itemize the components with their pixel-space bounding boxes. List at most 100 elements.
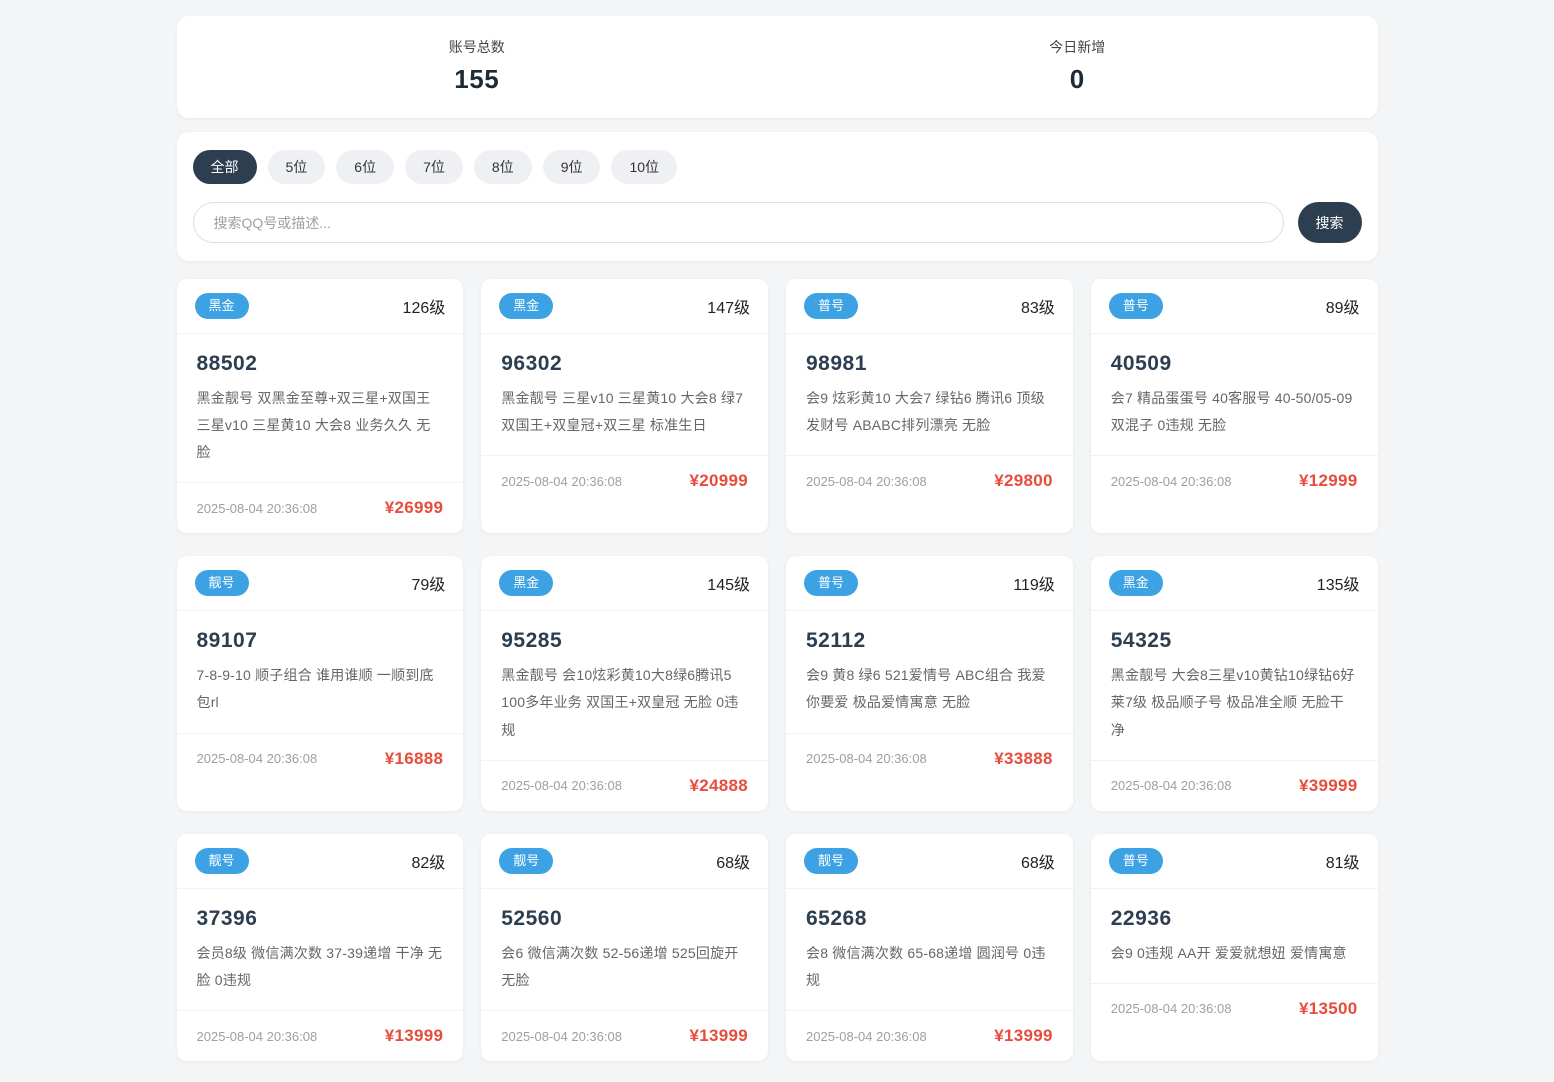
account-card[interactable]: 普号 83级 98981 会9 炫彩黄10 大会7 绿钻6 腾讯6 顶级发财号 … [786,279,1073,534]
account-card[interactable]: 靓号 82级 37396 会员8级 微信满次数 37-39递增 干净 无脸 0违… [176,833,464,1062]
card-body: 52112 会9 黄8 绿6 521爱情号 ABC组合 我爱你要爱 极品爱情寓意… [786,611,1073,733]
account-card[interactable]: 普号 81级 22936 会9 0违规 AA开 爱爱就想妞 爱情寓意 2025-… [1090,833,1378,1062]
card-level: 126级 [402,299,446,317]
card-header: 黑金 135级 [1090,556,1378,612]
account-card[interactable]: 普号 89级 40509 会7 精品蛋蛋号 40客服号 40-50/05-09 … [1090,279,1378,534]
card-level: 79级 [411,577,446,595]
card-description: 7-8-9-10 顺子组合 谁用谁顺 一顺到底 包rl [196,667,434,711]
card-price: ¥13999 [384,1026,444,1046]
card-level: 89级 [1325,299,1360,317]
card-badge: 靓号 [194,847,249,874]
card-badge: 普号 [1108,847,1163,874]
card-description: 会7 精品蛋蛋号 40客服号 40-50/05-09 双混子 0违规 无脸 [1110,389,1353,433]
card-level: 119级 [1013,577,1055,595]
card-level: 135级 [1316,577,1360,595]
card-level: 81级 [1325,854,1360,872]
tab-all[interactable]: 全部 [192,150,257,184]
card-header: 普号 83级 [786,279,1073,334]
card-body: 65268 会8 微信满次数 65-68递增 圆润号 0违规 [786,889,1073,1011]
card-grid: 黑金 126级 88502 黑金靓号 双黑金至尊+双三星+双国王 三星v10 三… [176,279,1378,1082]
qq-number: 88502 [196,351,258,375]
stat-total-value: 155 [454,64,500,94]
card-footer: 2025-08-04 20:36:08 ¥33888 [786,732,1073,784]
card-date: 2025-08-04 20:36:08 [806,1028,927,1044]
tab-10digit[interactable]: 10位 [611,150,678,184]
search-input[interactable] [192,202,1284,243]
card-badge: 普号 [1108,293,1163,319]
card-body: 89107 7-8-9-10 顺子组合 谁用谁顺 一顺到底 包rl [177,611,464,733]
qq-number: 89107 [196,629,258,653]
stat-new-today: 今日新增 0 [777,37,1378,95]
search-row: 搜索 [192,202,1362,243]
account-card[interactable]: 黑金 126级 88502 黑金靓号 双黑金至尊+双三星+双国王 三星v10 三… [176,279,464,534]
card-body: 52560 会6 微信满次数 52-56递增 525回旋开 无脸 [481,889,768,1011]
card-price: ¥13999 [689,1026,748,1046]
card-date: 2025-08-04 20:36:08 [806,751,927,767]
card-footer: 2025-08-04 20:36:08 ¥39999 [1090,759,1378,811]
card-badge: 普号 [804,570,859,597]
card-body: 54325 黑金靓号 大会8三星v10黄钻10绿钻6好莱7级 极品顺子号 极品准… [1091,611,1378,760]
account-card[interactable]: 靓号 68级 52560 会6 微信满次数 52-56递增 525回旋开 无脸 … [481,833,768,1062]
card-price: ¥29800 [994,471,1053,491]
qq-number: 40509 [1110,351,1172,375]
card-body: 88502 黑金靓号 双黑金至尊+双三星+双国王 三星v10 三星黄10 大会8… [177,334,464,483]
card-footer: 2025-08-04 20:36:08 ¥13500 [1090,982,1378,1034]
card-price: ¥24888 [689,775,748,795]
tab-9digit[interactable]: 9位 [542,150,601,184]
page-container: 账号总数 155 今日新增 0 全部 5位 6位 7位 8位 9位 10位 搜索 黑金 12… [176,0,1378,1082]
tab-5digit[interactable]: 5位 [267,150,326,184]
account-card[interactable]: 黑金 135级 54325 黑金靓号 大会8三星v10黄钻10绿钻6好莱7级 极… [1090,556,1378,811]
card-description: 黑金靓号 双黑金至尊+双三星+双国王 三星v10 三星黄10 大会8 业务久久 … [196,389,431,461]
card-date: 2025-08-04 20:36:08 [806,473,927,489]
tab-8digit[interactable]: 8位 [473,150,532,184]
card-date: 2025-08-04 20:36:08 [501,1028,622,1044]
card-footer: 2025-08-04 20:36:08 ¥26999 [176,482,464,533]
card-header: 黑金 145级 [481,556,768,612]
qq-number: 37396 [196,906,258,930]
account-card[interactable]: 靓号 79级 89107 7-8-9-10 顺子组合 谁用谁顺 一顺到底 包rl… [176,556,464,811]
card-price: ¥26999 [384,498,444,518]
card-badge: 黑金 [194,293,249,319]
card-date: 2025-08-04 20:36:08 [196,500,318,516]
card-badge: 黑金 [499,293,554,319]
stats-card: 账号总数 155 今日新增 0 [176,16,1378,118]
card-body: 98981 会9 炫彩黄10 大会7 绿钻6 腾讯6 顶级发财号 ABABC排列… [786,334,1073,456]
card-description: 黑金靓号 大会8三星v10黄钻10绿钻6好莱7级 极品顺子号 极品准全顺 无脸干… [1110,667,1355,738]
tab-6digit[interactable]: 6位 [336,150,395,184]
card-footer: 2025-08-04 20:36:08 ¥12999 [1090,455,1378,506]
card-badge: 靓号 [499,847,554,874]
card-header: 靓号 68级 [481,834,768,889]
card-date: 2025-08-04 20:36:08 [1110,473,1232,489]
search-button[interactable]: 搜索 [1297,202,1362,243]
card-header: 普号 119级 [786,556,1073,612]
stat-today-value: 0 [1069,64,1085,94]
account-card[interactable]: 普号 119级 52112 会9 黄8 绿6 521爱情号 ABC组合 我爱你要… [786,556,1073,811]
qq-number: 65268 [806,906,867,930]
qq-number: 52560 [501,906,563,930]
account-card[interactable]: 黑金 145级 95285 黑金靓号 会10炫彩黄10大8绿6腾讯5 100多年… [481,556,768,811]
card-header: 靓号 79级 [176,556,464,612]
card-level: 68级 [716,854,750,872]
card-level: 145级 [707,577,750,595]
account-card[interactable]: 黑金 147级 96302 黑金靓号 三星v10 三星黄10 大会8 绿7 双国… [481,279,768,534]
card-date: 2025-08-04 20:36:08 [196,751,318,767]
card-level: 82级 [411,854,446,872]
card-badge: 靓号 [194,570,249,597]
card-badge: 黑金 [1108,570,1163,597]
card-header: 靓号 68级 [786,834,1073,889]
card-header: 靓号 82级 [176,834,464,889]
card-description: 会9 0违规 AA开 爱爱就想妞 爱情寓意 [1110,944,1347,961]
card-description: 会员8级 微信满次数 37-39递增 干净 无脸 0违规 [196,944,443,988]
card-footer: 2025-08-04 20:36:08 ¥16888 [176,732,464,784]
card-price: ¥12999 [1298,471,1358,491]
account-card[interactable]: 靓号 68级 65268 会8 微信满次数 65-68递增 圆润号 0违规 20… [786,833,1073,1062]
card-body: 37396 会员8级 微信满次数 37-39递增 干净 无脸 0违规 [177,889,464,1011]
card-date: 2025-08-04 20:36:08 [1110,778,1232,794]
card-price: ¥33888 [994,748,1053,768]
card-badge: 黑金 [499,570,554,597]
card-footer: 2025-08-04 20:36:08 ¥13999 [176,1010,464,1061]
tab-7digit[interactable]: 7位 [405,150,463,184]
filter-tabs: 全部 5位 6位 7位 8位 9位 10位 [192,150,1362,184]
filter-card: 全部 5位 6位 7位 8位 9位 10位 搜索 [176,132,1378,261]
card-level: 68级 [1020,854,1055,872]
